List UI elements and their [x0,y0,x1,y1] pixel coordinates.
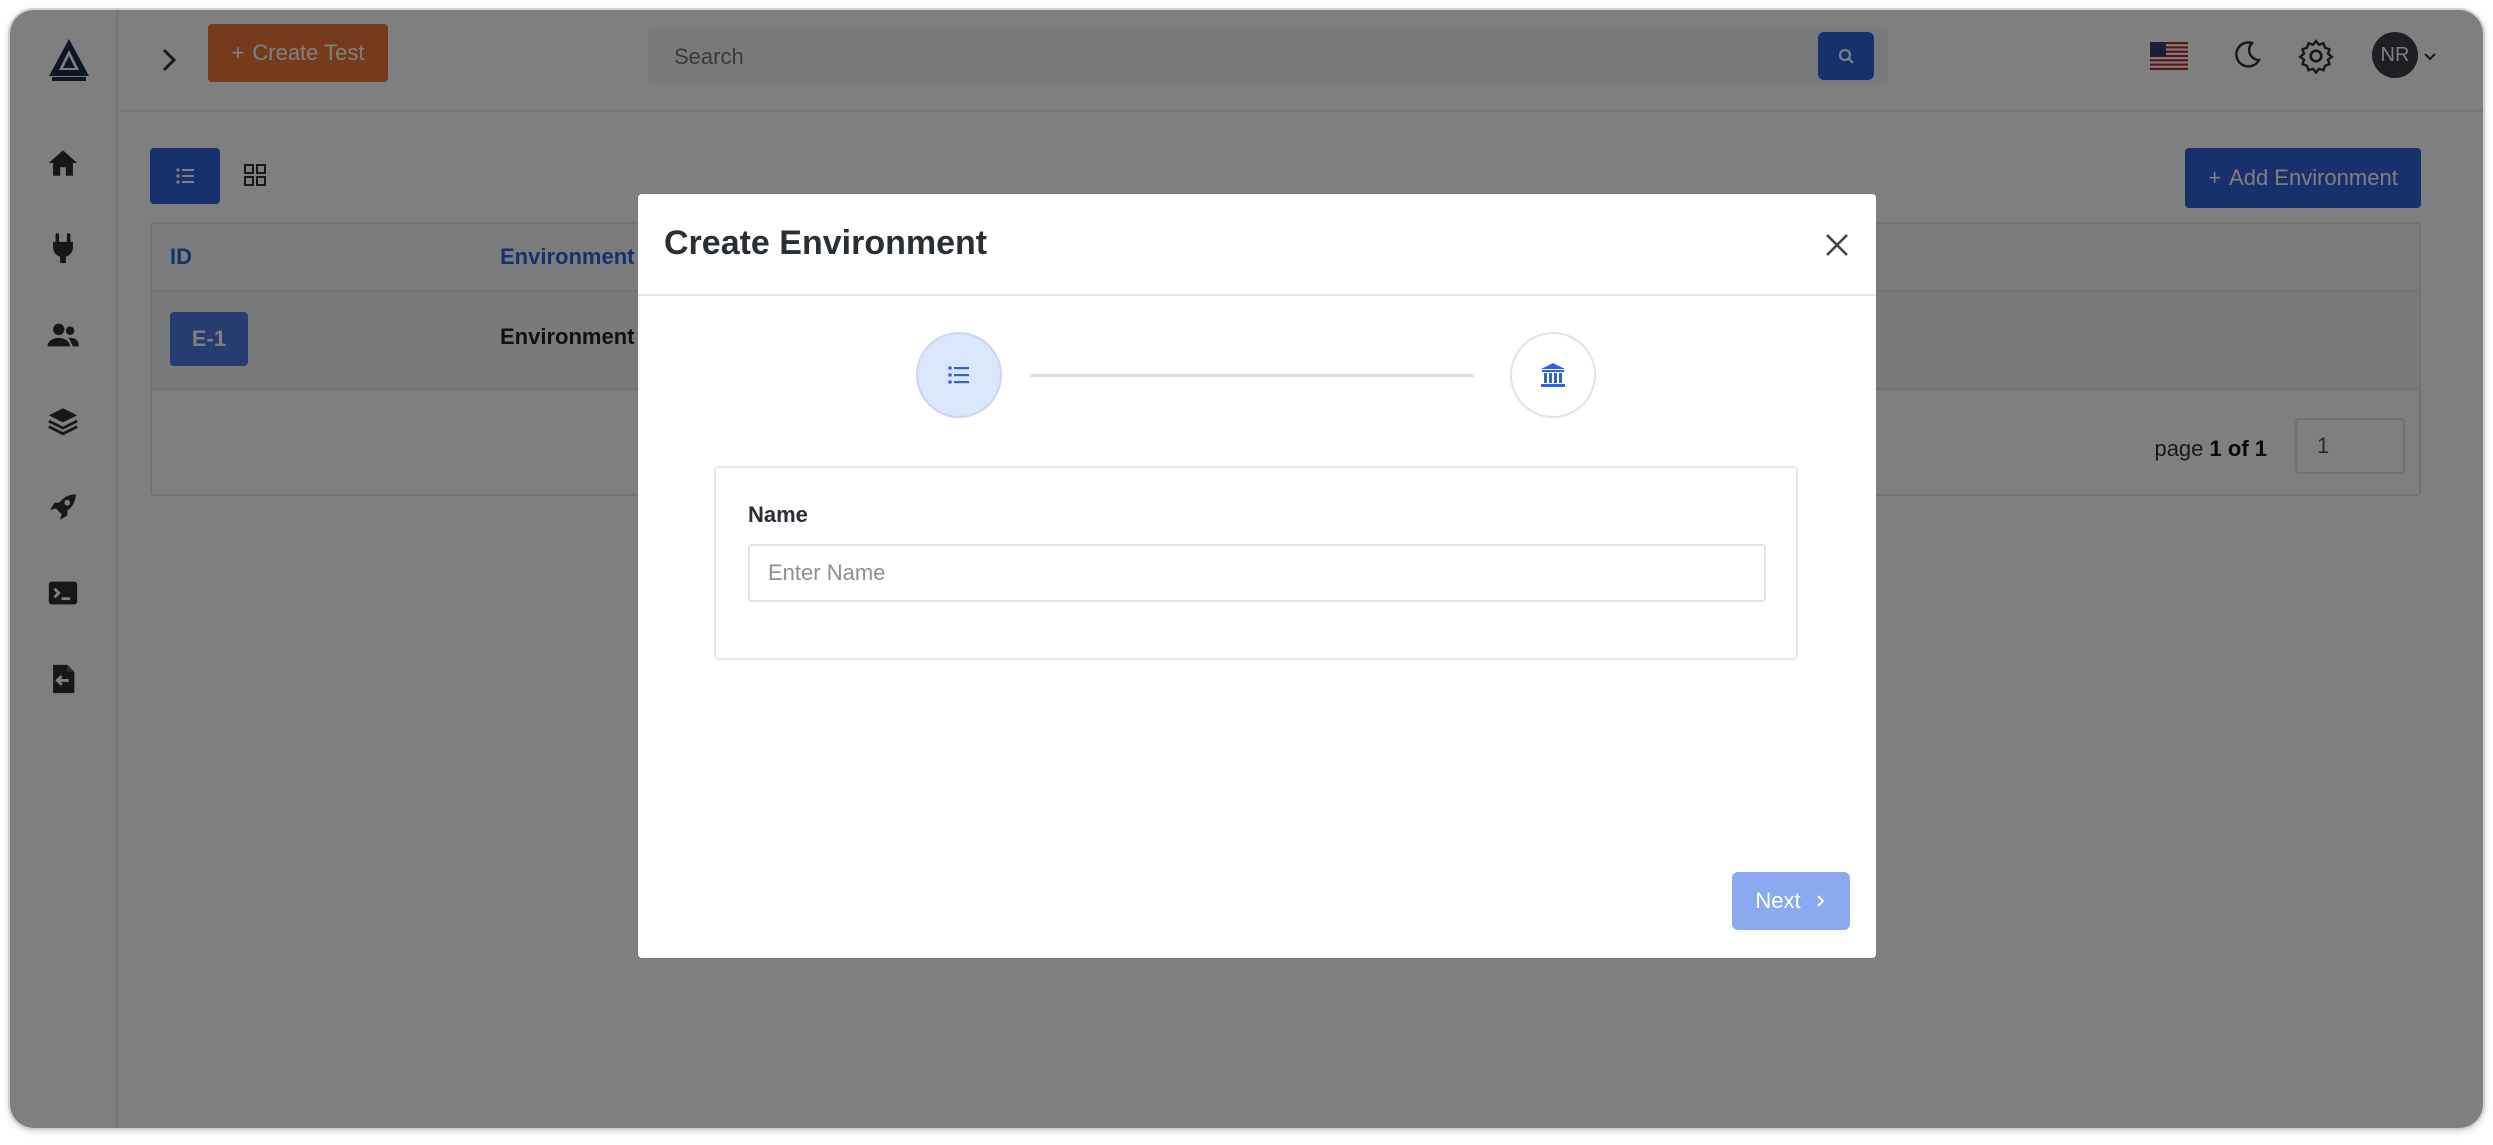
bank-icon [1541,363,1565,387]
step-1-indicator [916,332,1002,418]
name-form: Name [714,466,1798,660]
modal-header: Create Environment [638,194,1876,296]
name-label: Name [748,502,808,527]
next-button[interactable]: Next [1732,872,1850,930]
close-icon[interactable] [1820,228,1854,262]
next-label: Next [1755,888,1801,913]
list-icon [948,366,969,384]
step-connector [1030,374,1474,377]
modal-title: Create Environment [664,224,988,262]
name-input[interactable] [748,544,1766,602]
create-environment-modal: Create Environment Name Enter Name Next [638,194,1876,958]
step-2-indicator [1510,332,1596,418]
chevron-right-icon [1816,895,1825,907]
app-window: + Create Test [10,10,2483,1128]
